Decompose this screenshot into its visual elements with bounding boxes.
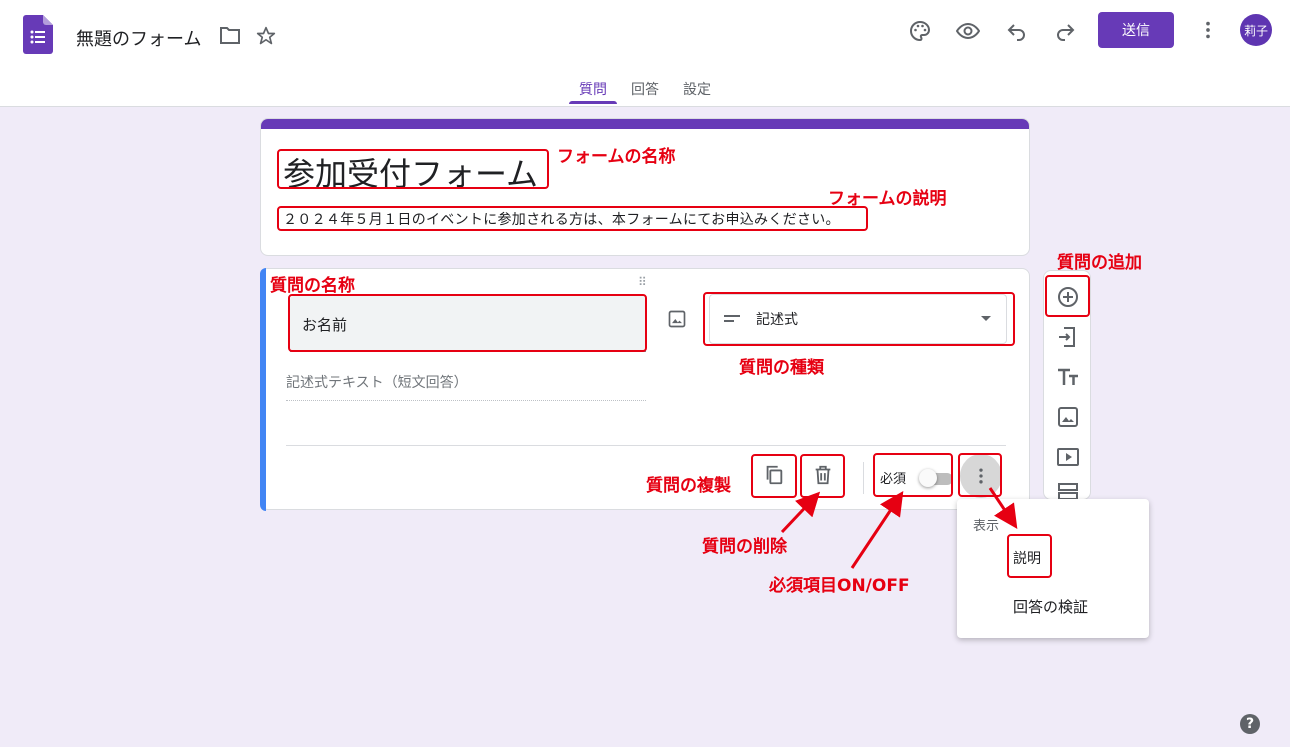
annotation-box-question-title [288,294,647,352]
annotation-box-required [873,453,953,497]
preview-eye-icon[interactable] [956,19,980,43]
question-footer-divider [286,445,1006,446]
annotation-box-question-type [703,292,1015,346]
add-title-icon[interactable] [1056,365,1080,389]
help-icon[interactable]: ? [1240,714,1260,734]
active-tab-indicator [569,101,617,104]
footer-separator [863,462,864,494]
answer-placeholder: 記述式テキスト（短文回答） [286,372,646,401]
redo-icon[interactable] [1053,19,1077,43]
annotation-form-name: フォームの名称 [557,147,676,167]
add-image-icon[interactable] [1056,405,1080,429]
annotation-box-delete [800,454,845,498]
tab-responses[interactable]: 回答 [631,79,659,99]
annotation-required: 必須項目ON/OFF [769,576,910,596]
tab-settings[interactable]: 設定 [683,79,711,99]
star-icon[interactable] [256,26,276,46]
avatar[interactable]: 莉子 [1240,14,1272,46]
annotation-form-desc: フォームの説明 [828,189,947,209]
more-vert-icon[interactable] [1197,19,1219,41]
forms-logo-icon[interactable] [23,15,53,54]
menu-item-response-validation[interactable]: 回答の検証 [1013,596,1088,617]
annotation-box-form-desc [277,206,868,231]
annotation-add-question: 質問の追加 [1057,253,1142,273]
undo-icon[interactable] [1005,19,1029,43]
annotation-delete: 質問の削除 [702,537,787,557]
send-button[interactable]: 送信 [1098,12,1174,48]
menu-header: 表示 [973,519,1000,534]
annotation-question-type: 質問の種類 [739,358,824,378]
import-questions-icon[interactable] [1056,325,1080,349]
top-bar: 無題のフォーム 送信 莉子 質問 回答 設定 [0,0,1290,107]
annotation-box-add-question [1045,275,1090,317]
tab-questions[interactable]: 質問 [579,79,607,99]
folder-icon[interactable] [220,26,240,44]
question-options-menu: 表示 説明 回答の検証 [957,499,1149,638]
add-section-icon[interactable] [1056,483,1080,499]
active-question-bar [260,268,266,511]
add-image-icon[interactable] [667,309,687,329]
annotation-box-more [958,453,1002,497]
annotation-box-duplicate [751,454,797,498]
title-card-accent-bar [261,119,1029,129]
add-video-icon[interactable] [1056,445,1080,469]
annotation-duplicate: 質問の複製 [646,476,731,496]
document-title[interactable]: 無題のフォーム [76,25,201,51]
drag-handle-icon[interactable]: ⠿ [638,275,648,289]
annotation-box-form-title [277,149,549,189]
palette-icon[interactable] [908,19,932,43]
annotation-box-description [1007,534,1052,578]
annotation-question-name: 質問の名称 [270,276,355,296]
